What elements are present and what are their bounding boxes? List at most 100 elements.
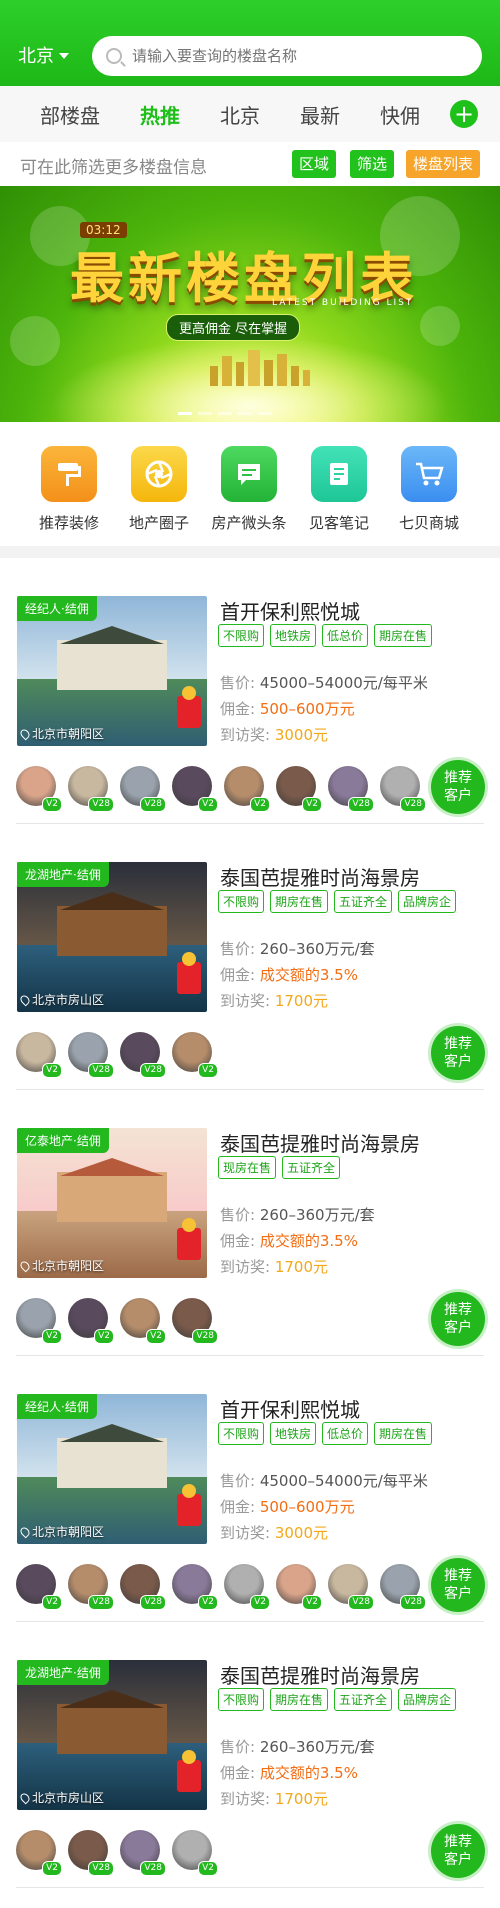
- listing-card[interactable]: 经纪人·结佣 北京市朝阳区 首开保利熙悦城 不限购 地铁房 低总价 期房在售 售价: …: [0, 1356, 500, 1622]
- listing-image[interactable]: 经纪人·结佣 北京市朝阳区: [17, 596, 207, 746]
- feature-tags: 不限购 期房在售 五证齐全 品牌房企: [218, 890, 457, 913]
- agent-avatar[interactable]: V28: [68, 1564, 114, 1610]
- level-badge: V2: [42, 1861, 62, 1876]
- agent-avatar[interactable]: V2: [16, 1830, 62, 1876]
- carousel-dot[interactable]: [258, 412, 272, 415]
- agent-avatar[interactable]: V2: [172, 766, 218, 812]
- quicknav-notes[interactable]: 见客笔记: [299, 446, 379, 533]
- region-button[interactable]: 区域: [292, 150, 337, 178]
- location-label: 北京市朝阳区: [18, 1523, 105, 1540]
- agent-avatar[interactable]: V2: [172, 1564, 218, 1610]
- agent-avatar[interactable]: V28: [328, 1564, 374, 1610]
- agent-avatar[interactable]: V2: [276, 1564, 322, 1610]
- agent-avatar[interactable]: V2: [120, 1298, 166, 1344]
- agent-avatar[interactable]: V2: [172, 1830, 218, 1876]
- agent-avatar[interactable]: V2: [276, 766, 322, 812]
- agent-avatar[interactable]: V2: [68, 1298, 114, 1344]
- red-packet-icon[interactable]: [177, 1218, 201, 1260]
- agent-avatars: V2 V28 V28 V2 V2 V2 V28 V28: [16, 1564, 426, 1610]
- red-packet-icon[interactable]: [177, 952, 201, 994]
- location-text: 北京市朝阳区: [32, 1525, 105, 1539]
- listing-image[interactable]: 经纪人·结佣 北京市朝阳区: [17, 1394, 207, 1544]
- location-label: 北京市朝阳区: [18, 1257, 104, 1274]
- red-packet-icon[interactable]: [177, 686, 201, 728]
- tab-latest[interactable]: 最新: [300, 100, 340, 129]
- agent-avatar[interactable]: V2: [16, 1032, 62, 1078]
- recommend-client-button[interactable]: 推荐 客户: [431, 1292, 485, 1346]
- quicknav-headlines[interactable]: 房产微头条: [209, 446, 289, 533]
- agent-avatar[interactable]: V2: [16, 1564, 62, 1610]
- visit-reward-row: 到访奖: 1700元: [220, 1788, 328, 1809]
- agent-avatar[interactable]: V28: [68, 1830, 114, 1876]
- feature-tag: 低总价: [322, 624, 369, 647]
- quicknav-decoration[interactable]: 推荐装修: [29, 446, 109, 533]
- tab-beijing[interactable]: 北京: [220, 100, 260, 129]
- agent-avatars: V2 V2 V2 V28: [16, 1298, 218, 1344]
- agent-avatar[interactable]: V28: [120, 1564, 166, 1610]
- tab-hot[interactable]: 热推: [140, 100, 180, 129]
- recommend-client-button[interactable]: 推荐 客户: [431, 1026, 485, 1080]
- filter-button[interactable]: 筛选: [350, 150, 395, 178]
- agent-avatar[interactable]: V28: [328, 766, 374, 812]
- agent-avatar[interactable]: V2: [16, 766, 62, 812]
- agent-avatar[interactable]: V28: [120, 1830, 166, 1876]
- city-selector[interactable]: 北京: [18, 42, 69, 68]
- commission-value: 成交额的3.5%: [259, 1764, 358, 1782]
- recommend-label-1: 推荐: [444, 1036, 472, 1052]
- quicknav-mall[interactable]: 七贝商城: [389, 446, 469, 533]
- recommend-label-1: 推荐: [444, 1568, 472, 1584]
- tab-quick-commission[interactable]: 快佣: [380, 100, 420, 129]
- agent-avatar[interactable]: V28: [172, 1298, 218, 1344]
- cart-icon: [401, 446, 457, 502]
- agent-tag: 经纪人·结佣: [17, 596, 97, 621]
- listing-card[interactable]: 亿泰地产·结佣 北京市朝阳区 泰国芭提雅时尚海景房 现房在售 五证齐全 售价: 2…: [0, 1090, 500, 1356]
- listing-image[interactable]: 龙湖地产·结佣 北京市房山区: [17, 862, 207, 1012]
- agent-avatar[interactable]: V28: [380, 1564, 426, 1610]
- carousel-dot[interactable]: [198, 412, 212, 415]
- recommend-label-2: 客户: [444, 1852, 472, 1868]
- red-packet-icon[interactable]: [177, 1484, 201, 1526]
- search-input[interactable]: [132, 47, 452, 65]
- agent-avatar[interactable]: V28: [68, 766, 114, 812]
- agent-avatar[interactable]: V28: [68, 1032, 114, 1078]
- filter-hint: 可在此筛选更多楼盘信息: [20, 158, 207, 178]
- carousel-dot[interactable]: [178, 412, 192, 415]
- carousel-dot[interactable]: [238, 412, 252, 415]
- agent-avatar[interactable]: V28: [120, 1032, 166, 1078]
- recommend-client-button[interactable]: 推荐 客户: [431, 760, 485, 814]
- listing-title[interactable]: 泰国芭提雅时尚海景房: [220, 862, 420, 891]
- agent-avatar[interactable]: V2: [172, 1032, 218, 1078]
- recommend-client-button[interactable]: 推荐 客户: [431, 1558, 485, 1612]
- level-badge: V28: [400, 1595, 426, 1610]
- commission-row: 佣金: 500–600万元: [220, 1496, 355, 1517]
- listing-title[interactable]: 首开保利熙悦城: [220, 596, 360, 625]
- carousel-dot[interactable]: [218, 412, 232, 415]
- agent-avatar[interactable]: V2: [224, 1564, 270, 1610]
- agent-avatar[interactable]: V2: [16, 1298, 62, 1344]
- listing-card[interactable]: 龙湖地产·结佣 北京市房山区 泰国芭提雅时尚海景房 不限购 期房在售 五证齐全 品牌房…: [0, 824, 500, 1090]
- listing-title[interactable]: 泰国芭提雅时尚海景房: [220, 1660, 420, 1689]
- building-list-button[interactable]: 楼盘列表: [406, 150, 481, 178]
- listing-title[interactable]: 泰国芭提雅时尚海景房: [220, 1128, 420, 1157]
- agent-avatar[interactable]: V28: [380, 766, 426, 812]
- commission-value: 成交额的3.5%: [259, 1232, 358, 1250]
- search-box[interactable]: [92, 36, 482, 76]
- red-packet-icon[interactable]: [177, 1750, 201, 1792]
- recommend-client-button[interactable]: 推荐 客户: [431, 1824, 485, 1878]
- listing-card[interactable]: 经纪人·结佣 北京市朝阳区 首开保利熙悦城 不限购 地铁房 低总价 期房在售 售价: …: [0, 558, 500, 824]
- agent-avatar[interactable]: V2: [224, 766, 270, 812]
- listing-image[interactable]: 龙湖地产·结佣 北京市房山区: [17, 1660, 207, 1810]
- listing-card[interactable]: 龙湖地产·结佣 北京市房山区 泰国芭提雅时尚海景房 不限购 期房在售 五证齐全 品牌房…: [0, 1622, 500, 1888]
- commission-label: 佣金:: [220, 700, 256, 718]
- agent-avatar[interactable]: V28: [120, 766, 166, 812]
- listing-title[interactable]: 首开保利熙悦城: [220, 1394, 360, 1423]
- tab-all-buildings[interactable]: 部楼盘: [40, 100, 100, 129]
- card-divider: [16, 1887, 484, 1888]
- promo-banner[interactable]: 03:12 最新楼盘列表 LATEST BUILDING LIST 更高佣金 尽…: [0, 186, 500, 422]
- level-badge: V28: [140, 1063, 166, 1078]
- recommend-label-1: 推荐: [444, 1834, 472, 1850]
- add-tab-icon[interactable]: +: [450, 100, 478, 128]
- quicknav-circle[interactable]: 地产圈子: [119, 446, 199, 533]
- location-text: 北京市房山区: [32, 993, 105, 1007]
- listing-image[interactable]: 亿泰地产·结佣 北京市朝阳区: [17, 1128, 207, 1278]
